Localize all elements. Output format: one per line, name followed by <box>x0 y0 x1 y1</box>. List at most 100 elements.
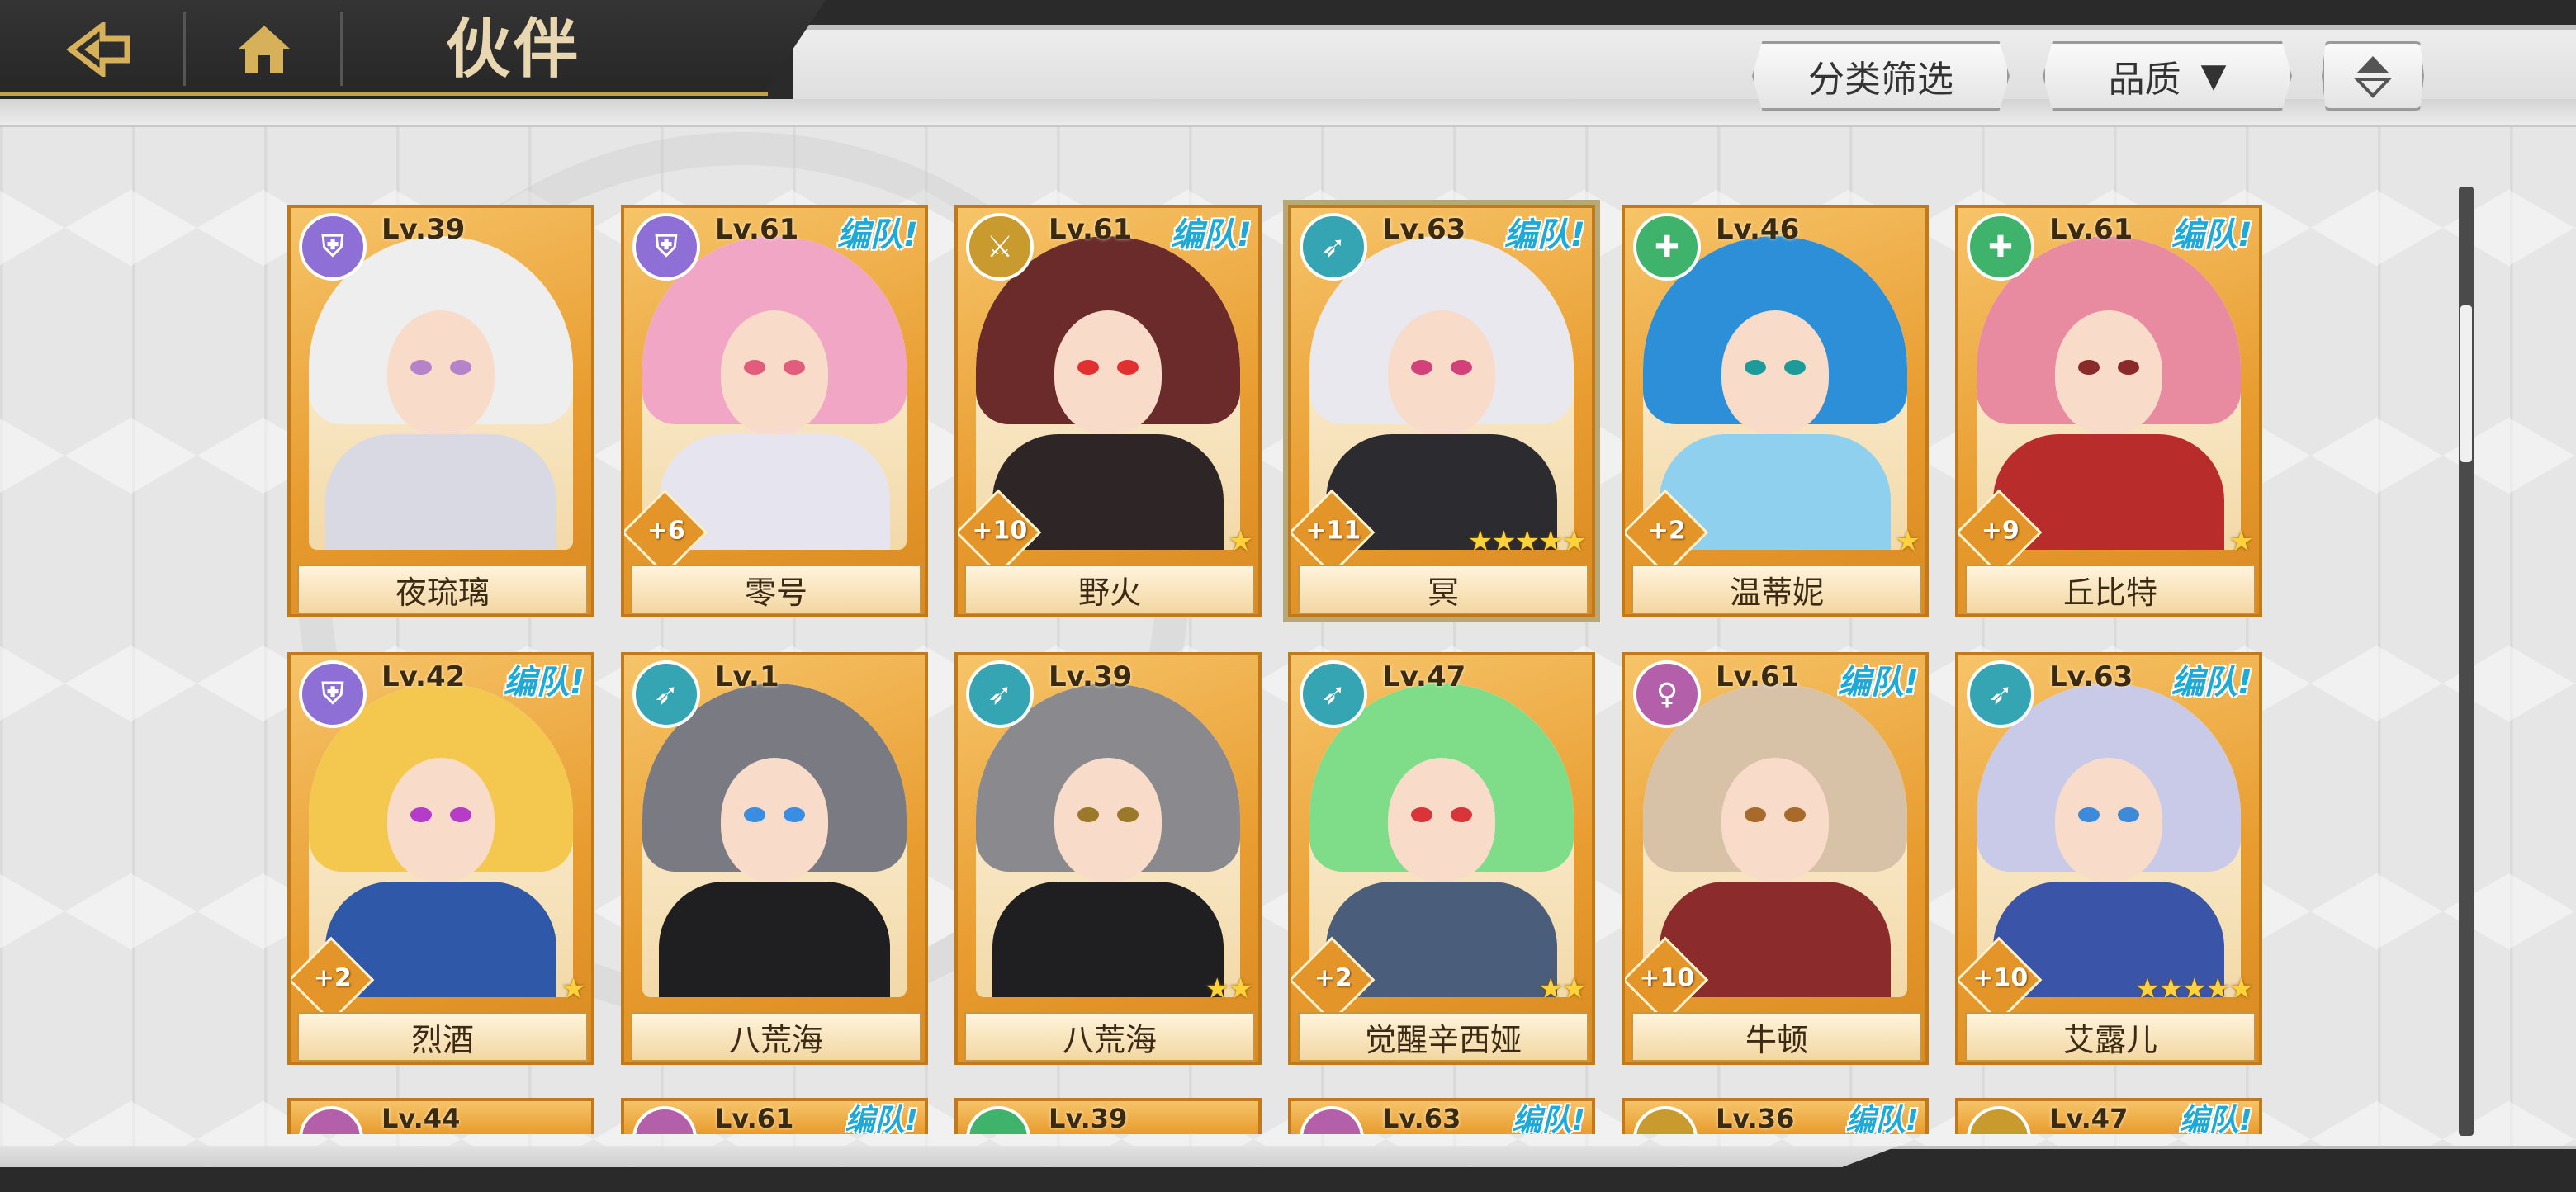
character-portrait <box>1643 684 1907 997</box>
portrait-eye <box>1077 360 1099 375</box>
star-rating: ★ <box>2228 525 2255 558</box>
partner-card-partial[interactable]: Lv.61 编队! <box>621 1098 928 1134</box>
portrait-face <box>2055 758 2162 882</box>
partner-card[interactable]: ⛨ Lv.39 夜琉璃 <box>287 205 594 617</box>
team-badge: 编队! <box>1170 216 1252 254</box>
partner-card-partial[interactable]: Lv.39 <box>954 1098 1262 1134</box>
sort-toggle-icon <box>2353 56 2393 98</box>
portrait-face <box>387 310 495 434</box>
class-heal-icon: ✚ <box>1633 213 1701 281</box>
partner-card[interactable]: ⛨ Lv.42 编队! +2 ★ 烈酒 <box>287 652 594 1065</box>
team-badge: 编队! <box>1845 1104 1919 1134</box>
class-bow-icon: ➶ <box>966 660 1034 728</box>
portrait-eye <box>1117 807 1139 822</box>
portrait-eye <box>1451 807 1472 822</box>
portrait-eye <box>744 807 765 822</box>
character-name: 觉醒辛西娅 <box>1298 1012 1589 1062</box>
partner-card[interactable]: ⛨ Lv.61 编队! +6 零号 <box>621 205 928 617</box>
team-badge: 编队! <box>845 1104 918 1134</box>
portrait-face <box>1388 758 1495 882</box>
scrollbar-thumb[interactable] <box>2460 305 2472 462</box>
partner-card[interactable]: ♀ Lv.61 编队! +10 牛顿 <box>1622 652 1929 1065</box>
character-name: 丘比特 <box>1965 565 2256 614</box>
filter-label: 分类筛选 <box>1808 59 1953 101</box>
portrait-eye <box>1784 360 1806 375</box>
home-icon <box>239 26 290 73</box>
back-button[interactable] <box>50 18 149 81</box>
character-name: 温蒂妮 <box>1631 565 1922 614</box>
portrait-eye <box>1117 360 1139 375</box>
level-label: Lv.39 <box>1049 1103 1128 1134</box>
level-label: Lv.47 <box>2049 1103 2129 1134</box>
character-portrait <box>976 684 1240 997</box>
partner-card-partial[interactable]: Lv.44 <box>287 1098 594 1134</box>
portrait-face <box>1054 758 1162 882</box>
class-icon <box>299 1106 363 1134</box>
home-button[interactable] <box>223 15 305 84</box>
chevron-down-icon: ▼ <box>2200 57 2227 95</box>
partner-card[interactable]: ⚔ Lv.61 编队! +10 ★ 野火 <box>954 205 1262 617</box>
enhance-level: +11 <box>1305 516 1361 546</box>
class-shield-icon: ⛨ <box>632 213 700 281</box>
filter-button[interactable]: 分类筛选 <box>1752 41 2010 111</box>
level-label: Lv.47 <box>1382 660 1466 693</box>
character-portrait <box>309 236 573 550</box>
sort-toggle-button[interactable] <box>2322 41 2424 111</box>
class-heal-icon: ✚ <box>1967 213 2034 281</box>
divider <box>340 12 343 86</box>
partner-card[interactable]: ✚ Lv.61 编队! +9 ★ 丘比特 <box>1955 205 2262 617</box>
class-icon <box>632 1106 697 1134</box>
partner-card-partial[interactable]: Lv.63 编队! <box>1288 1098 1595 1134</box>
portrait-eye <box>784 807 805 822</box>
portrait-eye <box>410 807 432 822</box>
star-rating: ★★★★★ <box>2134 972 2254 1005</box>
character-name: 野火 <box>964 565 1255 614</box>
enhance-level: +2 <box>313 963 352 993</box>
team-badge: 编队! <box>2179 1104 2252 1134</box>
character-portrait <box>1643 236 1907 550</box>
partner-card[interactable]: ➶ Lv.47 +2 ★★ 觉醒辛西娅 <box>1288 652 1595 1065</box>
enhance-level: +6 <box>646 516 685 546</box>
portrait-face <box>387 758 495 882</box>
partner-card[interactable]: ➶ Lv.63 编队! +11 ★★★★★ 冥 <box>1283 200 1600 622</box>
portrait-eye <box>1411 360 1432 375</box>
level-label: Lv.36 <box>1716 1103 1795 1134</box>
team-badge: 编队! <box>1837 664 1919 702</box>
character-name: 八荒海 <box>631 1012 921 1062</box>
character-name: 牛顿 <box>1631 1012 1922 1062</box>
partner-card-partial[interactable]: Lv.36 编队! <box>1622 1098 1929 1134</box>
level-label: Lv.44 <box>381 1103 461 1134</box>
character-name: 夜琉璃 <box>297 565 588 614</box>
portrait-body <box>992 882 1224 997</box>
partner-card-partial[interactable]: Lv.47 编队! <box>1955 1098 2262 1134</box>
partner-card[interactable]: ➶ Lv.39 ★★ 八荒海 <box>954 652 1262 1065</box>
partner-card[interactable]: ➶ Lv.63 编队! +10 ★★★★★ 艾露儿 <box>1955 652 2262 1065</box>
partner-card[interactable]: ➶ Lv.1 八荒海 <box>621 652 928 1065</box>
portrait-eye <box>2118 807 2139 822</box>
top-bar-accent-line <box>0 92 768 96</box>
class-shield-icon: ⛨ <box>299 660 367 728</box>
level-label: Lv.61 <box>1049 213 1133 246</box>
level-label: Lv.61 <box>715 1103 794 1134</box>
partner-card[interactable]: ✚ Lv.46 +2 ★ 温蒂妮 <box>1622 205 1929 617</box>
enhance-level: +2 <box>1647 516 1686 546</box>
bottom-bar-light <box>0 1146 1899 1167</box>
quality-select[interactable]: 品质 ▼ <box>2043 41 2292 111</box>
page-title: 伙伴 <box>446 12 582 87</box>
portrait-eye <box>450 360 471 375</box>
character-name: 冥 <box>1298 565 1589 614</box>
team-badge: 编队! <box>2171 664 2252 702</box>
level-label: Lv.46 <box>1716 213 1800 246</box>
star-rating: ★ <box>1895 525 1921 558</box>
class-bow-icon: ➶ <box>1300 213 1367 281</box>
portrait-face <box>2055 310 2162 434</box>
quality-label: 品质 <box>2108 59 2181 101</box>
level-label: Lv.61 <box>715 213 799 246</box>
back-arrow-icon <box>66 22 130 77</box>
portrait-eye <box>2078 360 2100 375</box>
class-icon <box>1967 1106 2031 1134</box>
level-label: Lv.63 <box>1382 1103 1461 1134</box>
portrait-eye <box>744 360 765 375</box>
class-icon <box>1633 1106 1698 1134</box>
enhance-level: +9 <box>1981 516 2020 546</box>
